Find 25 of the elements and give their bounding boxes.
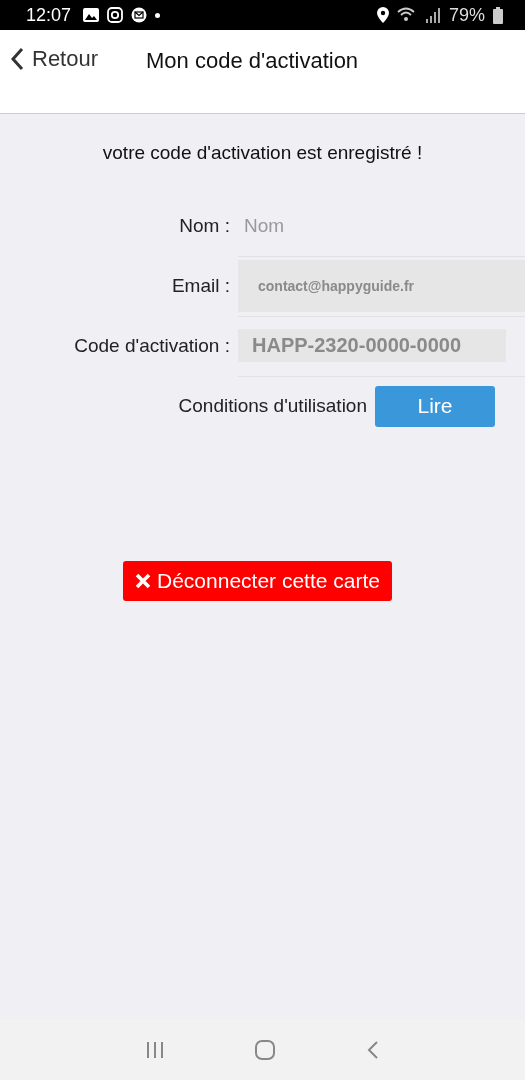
read-button[interactable]: Lire	[375, 385, 495, 427]
close-icon	[135, 573, 151, 589]
home-icon[interactable]	[255, 1040, 276, 1060]
camera-icon	[107, 7, 124, 23]
chevron-left-icon	[10, 47, 24, 71]
back-icon[interactable]	[365, 1040, 380, 1060]
page-title: Mon code d'activation	[146, 47, 359, 74]
name-field[interactable]: Nom	[238, 208, 525, 243]
image-icon	[83, 8, 100, 22]
recent-apps-icon[interactable]	[145, 1040, 166, 1060]
battery-icon	[493, 6, 503, 24]
field-label: Code d'activation :	[73, 335, 231, 357]
disconnect-button[interactable]: Déconnecter cette carte	[123, 561, 392, 601]
wifi-icon	[396, 7, 417, 23]
terms-label: Conditions d'utilisation	[178, 395, 367, 417]
field-label: Nom :	[178, 215, 231, 237]
clock: 12:07	[26, 4, 72, 26]
confirmation-message: votre code d'activation est enregistré !	[101, 142, 424, 164]
dot-icon	[155, 12, 161, 18]
field-label: Email :	[170, 275, 231, 297]
battery-level: 79%	[448, 4, 485, 26]
mail-icon	[131, 7, 148, 23]
back-button[interactable]: Retour	[0, 46, 140, 72]
location-icon	[376, 7, 389, 23]
signal-icon	[424, 7, 441, 23]
